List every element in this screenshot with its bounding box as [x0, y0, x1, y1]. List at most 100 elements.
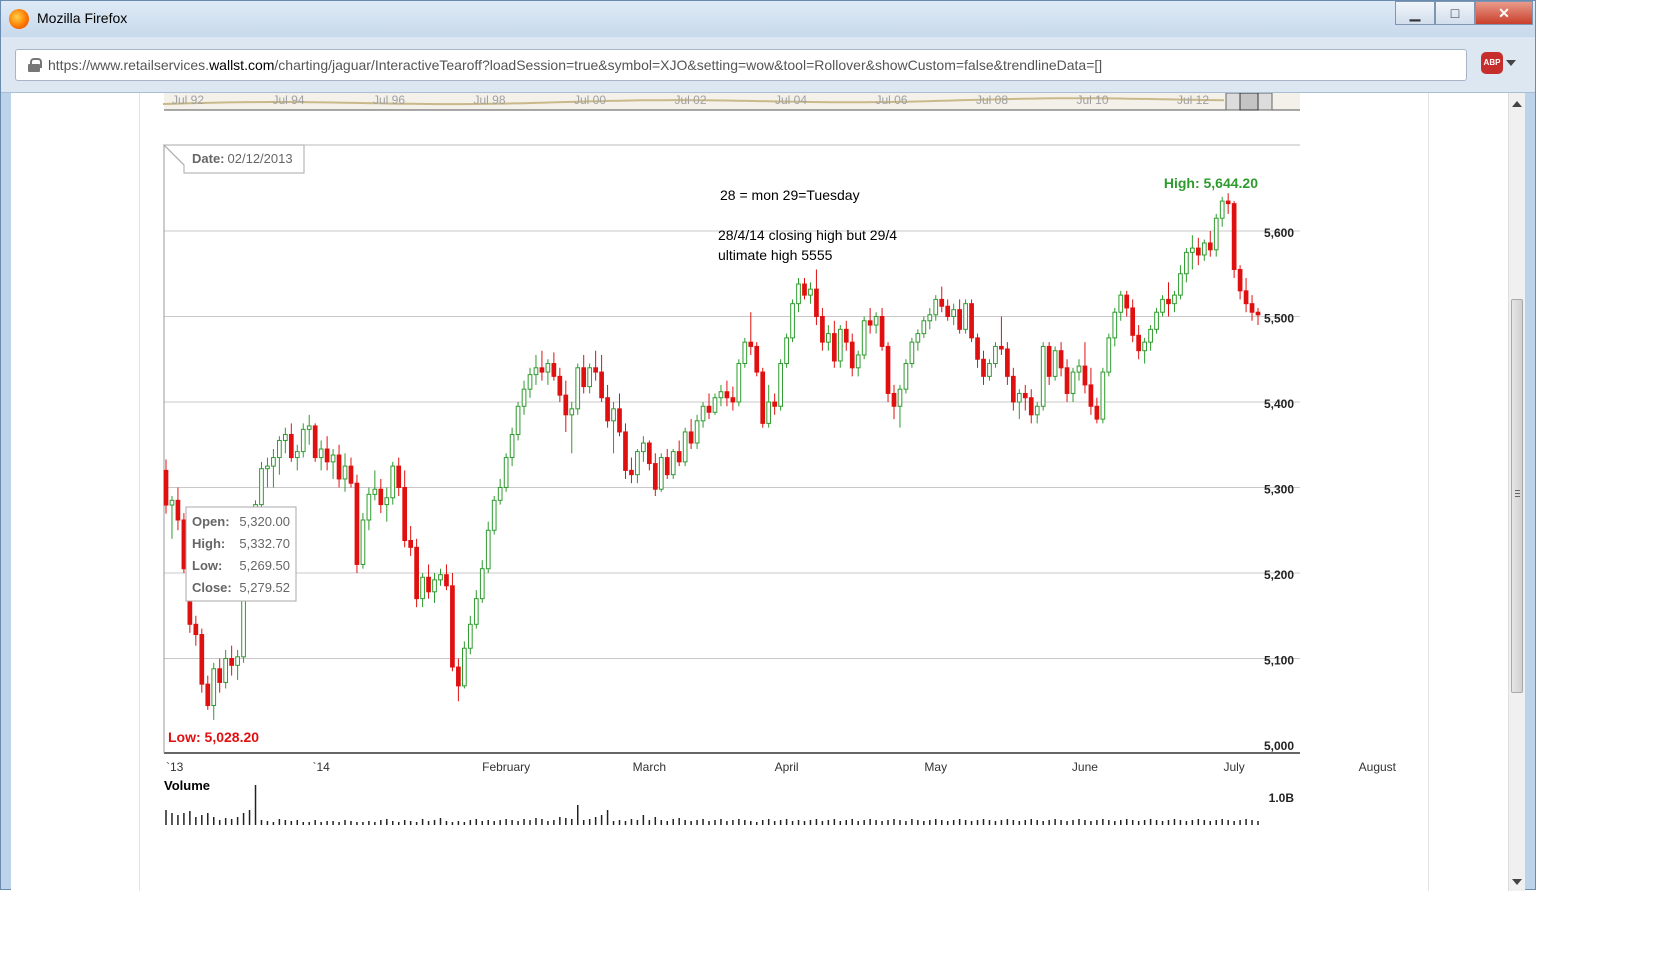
candle-body[interactable] [456, 666, 461, 687]
candle-body[interactable] [348, 465, 354, 484]
candle-body[interactable] [718, 391, 724, 399]
candle-body[interactable] [915, 333, 921, 343]
candle-body[interactable] [987, 363, 992, 377]
candle-body[interactable] [730, 397, 736, 403]
candle-body[interactable] [432, 579, 437, 593]
candle-body[interactable] [396, 465, 402, 488]
candle-body[interactable] [169, 499, 175, 506]
candle-body[interactable] [1231, 203, 1237, 270]
candle-body[interactable] [366, 493, 372, 521]
candle-body[interactable] [211, 668, 217, 707]
candle-body[interactable] [223, 658, 229, 683]
candle-body[interactable] [265, 465, 270, 470]
candle-body[interactable] [342, 465, 348, 480]
candle-body[interactable] [694, 420, 700, 444]
candle-body[interactable] [957, 309, 962, 330]
candle-body[interactable] [885, 345, 891, 394]
candle-body[interactable] [945, 305, 951, 318]
candle-body[interactable] [426, 576, 431, 593]
candle-body[interactable] [903, 363, 909, 390]
candle-body[interactable] [372, 488, 378, 495]
candle-body[interactable] [921, 320, 927, 335]
candle-body[interactable] [336, 454, 342, 480]
candle-body[interactable] [402, 487, 408, 542]
candle-body[interactable] [1022, 392, 1028, 399]
candle-body[interactable] [778, 363, 783, 407]
maximize-button[interactable]: □ [1435, 1, 1475, 25]
candle-body[interactable] [784, 337, 789, 365]
candle-body[interactable] [1088, 384, 1094, 407]
candle-body[interactable] [861, 320, 867, 356]
candle-body[interactable] [521, 388, 527, 407]
candle-body[interactable] [808, 288, 813, 296]
candle-body[interactable] [605, 397, 610, 422]
candle-body[interactable] [384, 497, 390, 506]
candle-body[interactable] [670, 451, 676, 476]
candle-body[interactable] [867, 320, 873, 326]
candle-body[interactable] [963, 303, 968, 330]
candle-body[interactable] [509, 433, 515, 459]
candle-body[interactable] [742, 341, 748, 365]
candle-body[interactable] [354, 482, 360, 565]
candle-body[interactable] [533, 367, 539, 376]
candle-body[interactable] [217, 668, 223, 683]
candle-body[interactable] [462, 647, 467, 687]
candle-body[interactable] [1118, 294, 1124, 313]
candle-body[interactable] [1243, 290, 1249, 305]
candle-body[interactable] [796, 283, 801, 305]
candle-body[interactable] [1076, 365, 1082, 373]
candle-body[interactable] [993, 345, 998, 365]
candle-body[interactable] [969, 303, 974, 339]
candle-body[interactable] [1237, 268, 1243, 292]
candle-body[interactable] [1184, 251, 1189, 275]
candle-body[interactable] [1112, 311, 1118, 339]
candle-body[interactable] [629, 469, 634, 476]
candle-body[interactable] [814, 288, 819, 317]
stock-chart[interactable]: Jul 92 Jul 94 Jul 96 Jul 98 Jul 00 Jul 02 Jul … [140, 93, 1430, 891]
candle-body[interactable] [444, 574, 449, 587]
candle-body[interactable] [706, 405, 712, 413]
candle-body[interactable] [873, 316, 879, 326]
candle-body[interactable] [1213, 217, 1219, 251]
candle-body[interactable] [676, 451, 682, 463]
candle-body[interactable] [688, 431, 694, 444]
candle-body[interactable] [635, 451, 640, 476]
candle-body[interactable] [1172, 294, 1177, 305]
candle-body[interactable] [1082, 365, 1088, 386]
candle-body[interactable] [193, 623, 199, 636]
candle-body[interactable] [760, 371, 766, 424]
candle-body[interactable] [909, 341, 915, 365]
scroll-down-icon[interactable] [1512, 879, 1522, 885]
close-button[interactable]: ✕ [1475, 1, 1533, 25]
candle-body[interactable] [491, 499, 497, 531]
candle-body[interactable] [318, 448, 324, 459]
candle-body[interactable] [312, 425, 318, 459]
candle-body[interactable] [664, 457, 670, 476]
candle-body[interactable] [587, 367, 593, 388]
scroll-up-icon[interactable] [1512, 101, 1522, 107]
candle-body[interactable] [1201, 242, 1207, 256]
candle-body[interactable] [712, 397, 718, 413]
candle-body[interactable] [497, 487, 503, 501]
adblock-dropdown-icon[interactable] [1506, 60, 1516, 66]
candle-body[interactable] [951, 309, 957, 318]
candle-body[interactable] [163, 469, 169, 506]
candle-body[interactable] [539, 367, 545, 373]
candle-body[interactable] [527, 374, 533, 390]
candle-body[interactable] [593, 367, 598, 373]
candle-body[interactable] [772, 401, 778, 407]
candle-body[interactable] [450, 585, 455, 668]
candle-body[interactable] [408, 540, 414, 548]
candle-body[interactable] [1195, 247, 1201, 256]
candle-body[interactable] [1148, 328, 1153, 343]
candle-body[interactable] [646, 442, 652, 465]
candle-body[interactable] [927, 314, 933, 322]
candle-body[interactable] [981, 358, 986, 377]
candle-body[interactable] [1190, 247, 1195, 253]
candle-body[interactable] [748, 341, 754, 347]
candle-body[interactable] [754, 345, 760, 373]
candle-body[interactable] [1142, 341, 1147, 352]
candle-body[interactable] [330, 454, 336, 463]
candle-body[interactable] [1058, 350, 1064, 369]
candle-body[interactable] [1005, 348, 1010, 377]
